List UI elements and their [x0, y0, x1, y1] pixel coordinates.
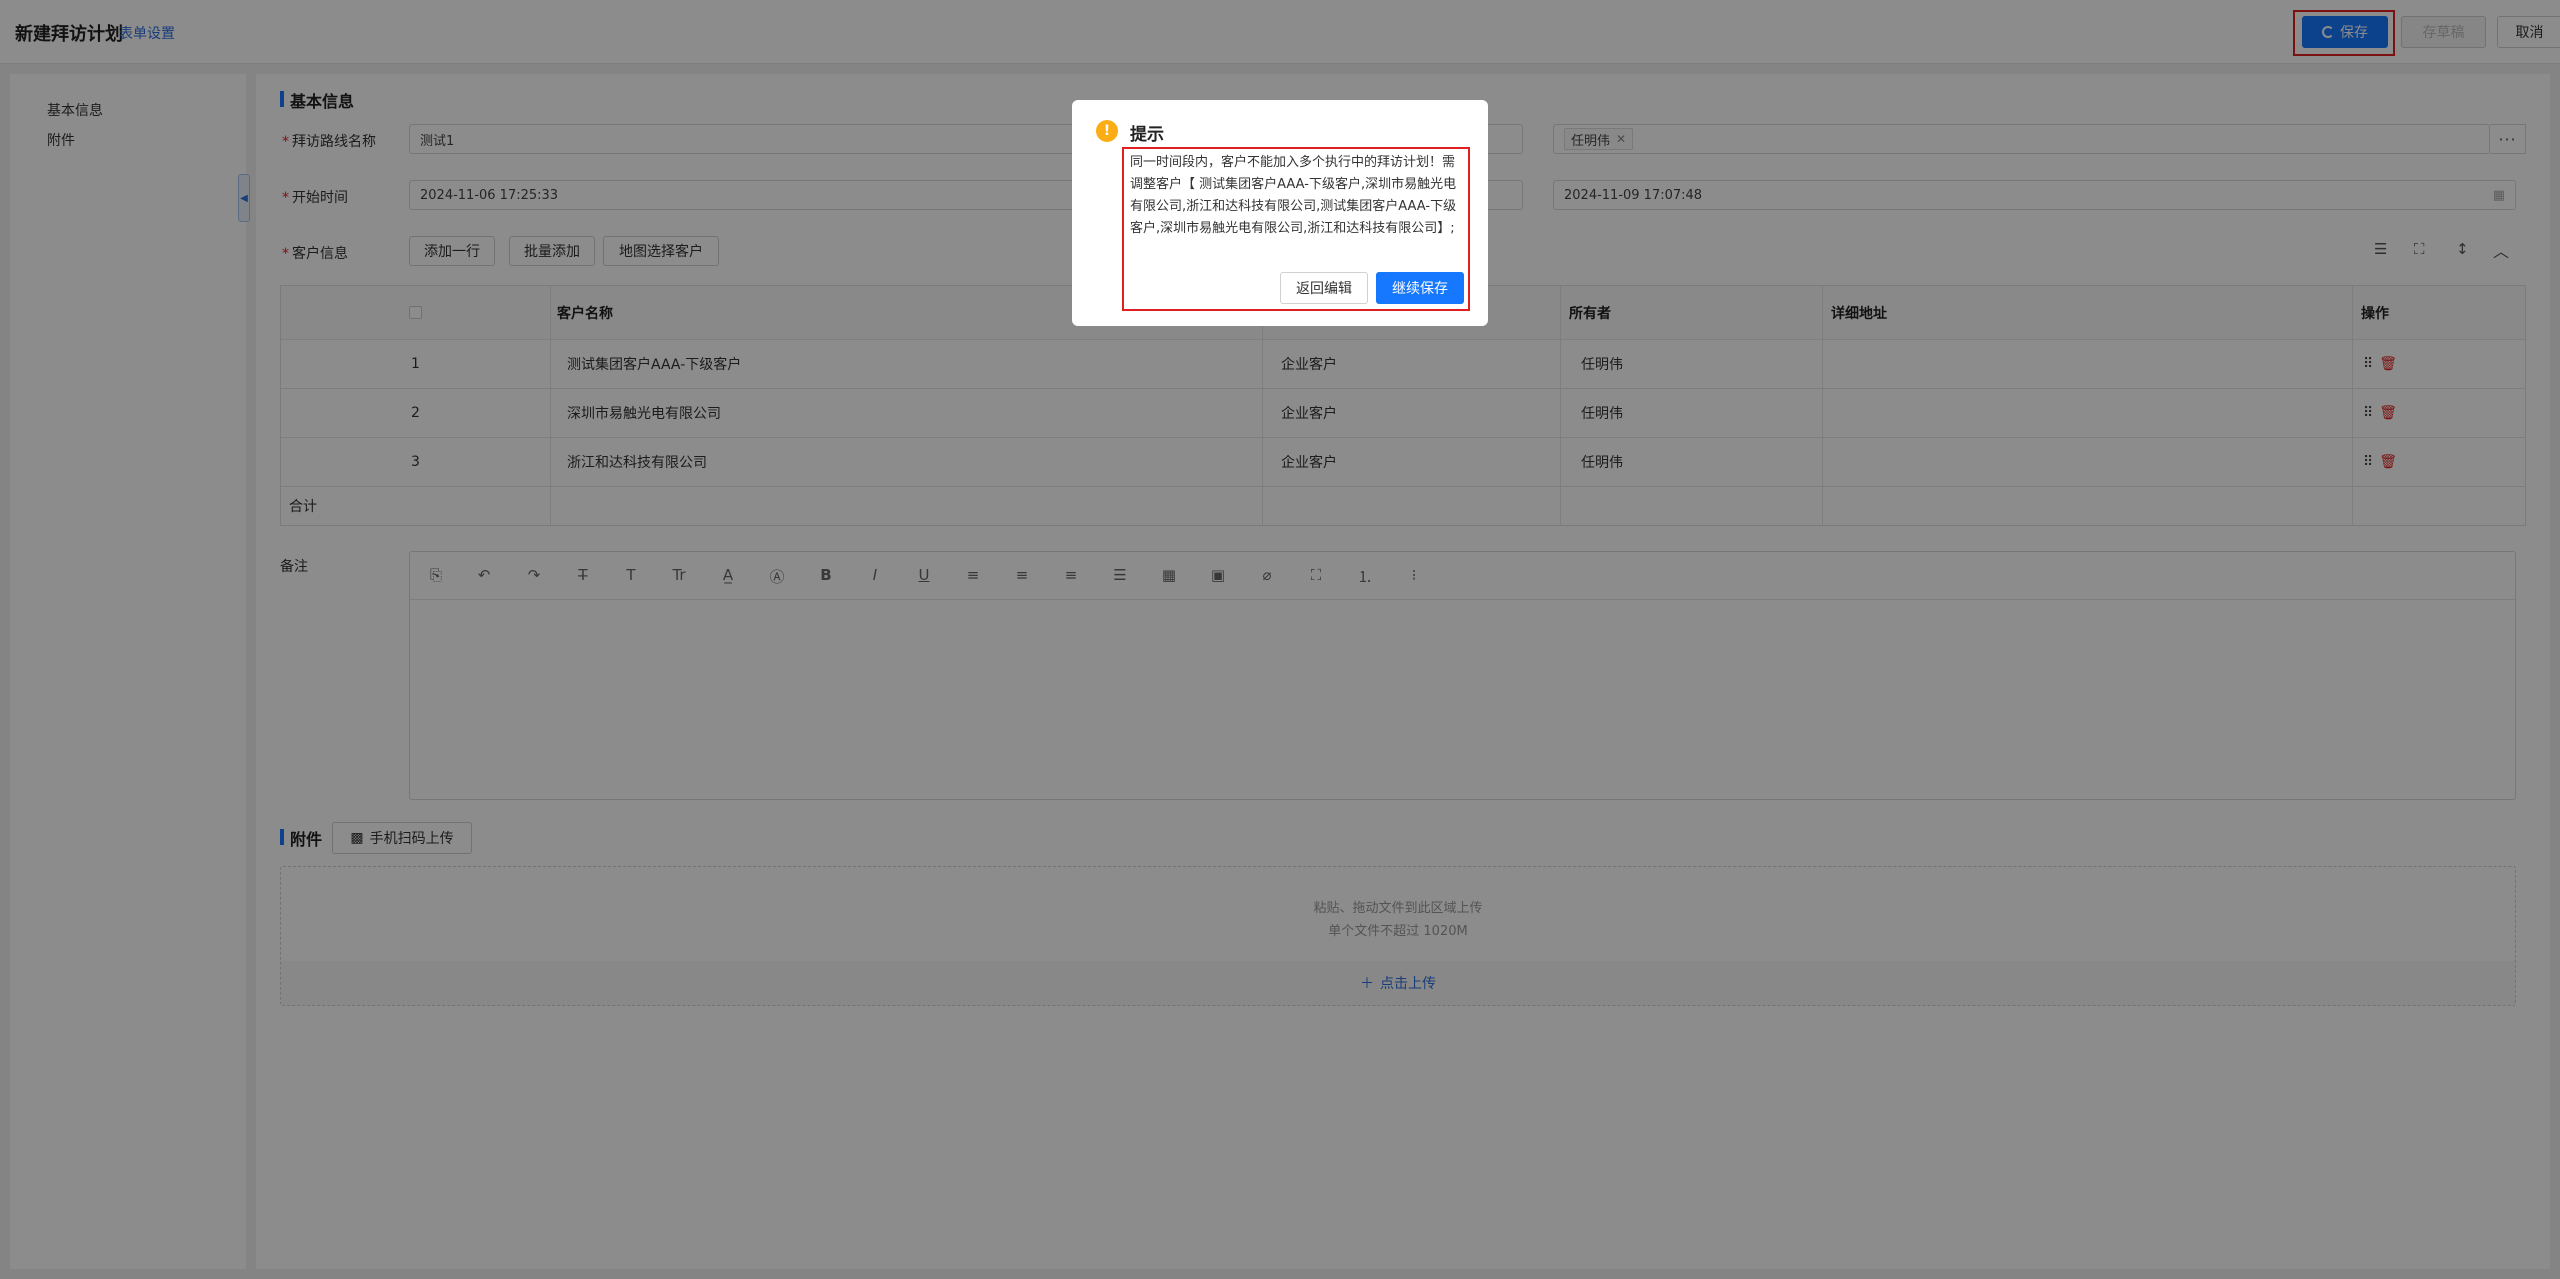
continue-save-button[interactable]: 继续保存 [1376, 272, 1464, 304]
dialog-message: 同一时间段内，客户不能加入多个执行中的拜访计划！需调整客户【 测试集团客户AAA… [1130, 155, 1457, 236]
back-to-edit-button[interactable]: 返回编辑 [1280, 272, 1368, 304]
dialog-title: 提示 [1130, 125, 1164, 145]
warning-icon: ! [1096, 120, 1118, 142]
confirm-dialog: ! 提示 同一时间段内，客户不能加入多个执行中的拜访计划！需调整客户【 测试集团… [1072, 100, 1488, 326]
